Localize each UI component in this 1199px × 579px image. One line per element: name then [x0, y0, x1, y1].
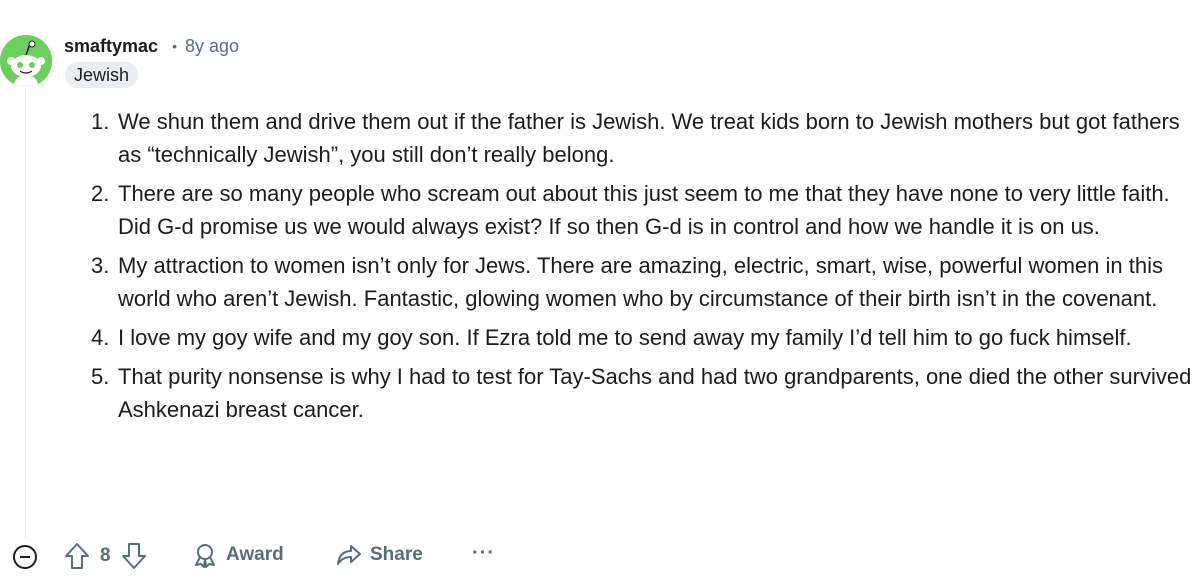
username[interactable]: smaftymac — [64, 36, 158, 57]
award-label: Award — [226, 544, 284, 565]
list-item-text: My attraction to women isn’t only for Je… — [118, 253, 1163, 311]
list-number: 1. — [91, 109, 110, 134]
comment-actions: 8 Award Share ··· — [0, 540, 600, 574]
snoo-avatar-icon — [0, 35, 52, 87]
collapse-button[interactable] — [12, 544, 38, 570]
list-item: 2. There are so many people who scream o… — [91, 177, 1193, 243]
list-number: 5. — [91, 364, 110, 389]
more-options-button[interactable]: ··· — [472, 542, 495, 565]
upvote-icon — [65, 543, 89, 569]
list-number: 2. — [91, 181, 110, 206]
comment-meta: smaftymac • 8y ago — [64, 35, 239, 57]
list-item: 4. I love my goy wife and my goy son. If… — [91, 321, 1193, 354]
share-label: Share — [370, 544, 423, 565]
vote-controls: 8 — [64, 542, 147, 570]
more-icon: ··· — [472, 542, 495, 564]
share-button[interactable]: Share — [336, 542, 423, 568]
list-item-text: That purity nonsense is why I had to tes… — [118, 364, 1192, 422]
meta-separator: • — [172, 38, 177, 54]
list-item-text: I love my goy wife and my goy son. If Ez… — [118, 325, 1132, 350]
avatar[interactable] — [0, 35, 52, 87]
list-item-text: There are so many people who scream out … — [118, 181, 1170, 239]
share-icon — [337, 545, 361, 565]
list-item: 5. That purity nonsense is why I had to … — [91, 360, 1193, 426]
list-item: 3. My attraction to women isn’t only for… — [91, 249, 1193, 315]
user-flair: Jewish — [65, 62, 139, 88]
downvote-icon — [121, 543, 146, 569]
downvote-button[interactable] — [121, 542, 147, 570]
list-number: 3. — [91, 253, 110, 278]
upvote-button[interactable] — [64, 542, 90, 570]
award-icon — [195, 544, 215, 568]
vote-count: 8 — [100, 545, 111, 566]
award-button[interactable]: Award — [192, 542, 284, 568]
comment-body: 1. We shun them and drive them out if th… — [91, 105, 1193, 432]
list-item-text: We shun them and drive them out if the f… — [118, 109, 1180, 167]
list-item: 1. We shun them and drive them out if th… — [91, 105, 1193, 171]
collapse-icon — [13, 545, 37, 569]
list-number: 4. — [91, 325, 110, 350]
thread-line — [25, 88, 26, 538]
timestamp[interactable]: 8y ago — [185, 36, 239, 57]
